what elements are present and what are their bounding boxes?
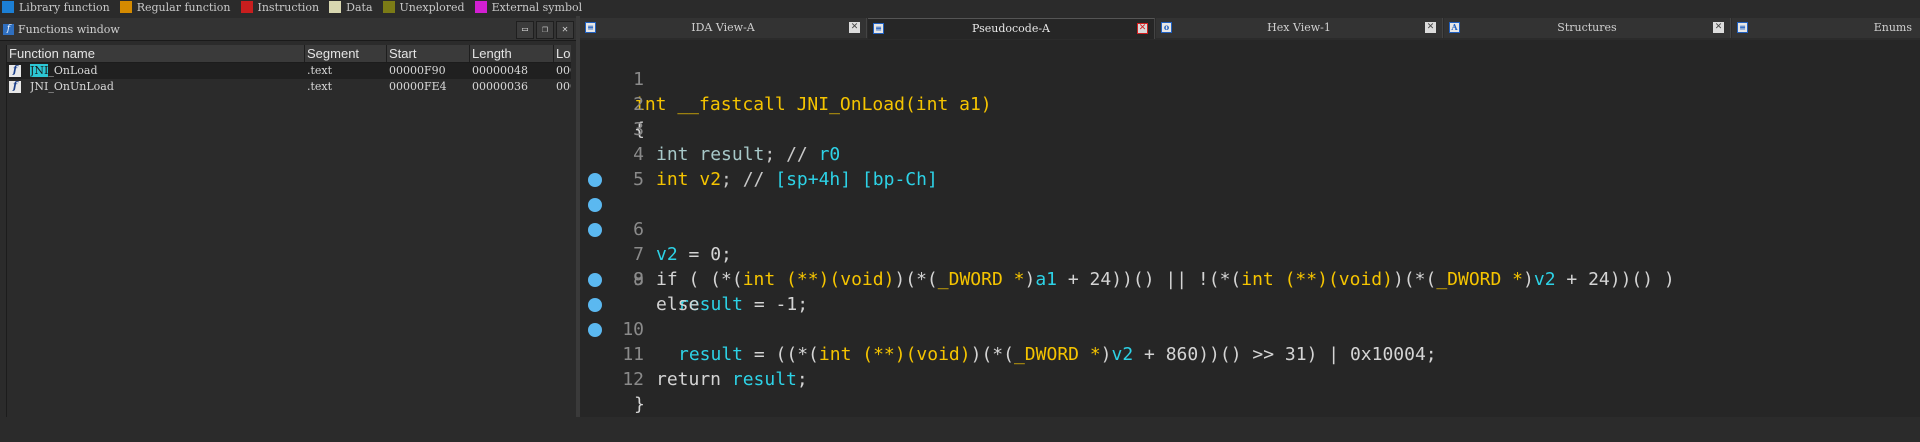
- variable-token[interactable]: v2: [1112, 344, 1134, 365]
- tab-label: Structures: [1557, 21, 1617, 34]
- table-row[interactable]: f JNI_OnLoad .text 00000F90 00000048 000: [7, 63, 571, 79]
- legend-unexplored: Unexplored: [381, 1, 465, 14]
- breakpoint-dot-icon[interactable]: [588, 323, 602, 337]
- legend-swatch-data: [329, 1, 342, 13]
- float-icon[interactable]: ❐: [536, 21, 554, 39]
- code-line[interactable]: 9 else: [580, 242, 1920, 315]
- code-text: return result;: [656, 367, 808, 392]
- code-line[interactable]: 6 v2 = 0;: [580, 167, 1920, 265]
- legend-label: Regular function: [136, 0, 231, 14]
- function-name-cell: JNI_OnLoad: [30, 63, 300, 79]
- column-locals[interactable]: Lo: [554, 45, 571, 62]
- enums-icon: ≡: [1737, 22, 1748, 33]
- close-icon[interactable]: ✕: [1713, 22, 1724, 33]
- tab-label: Enums: [1873, 21, 1912, 34]
- code-line[interactable]: 8 result = -1;: [580, 217, 1920, 315]
- functions-window: f Functions window ▭ ❐ ✕ Function name S…: [0, 16, 576, 417]
- function-icon: f: [9, 81, 21, 93]
- type-token: _DWORD *: [1013, 344, 1101, 365]
- function-icon: f: [9, 65, 21, 77]
- tab-pseudocode-a[interactable]: ≡ Pseudocode-A ✕: [868, 18, 1155, 39]
- legend-external-symbol: External symbol: [473, 0, 583, 14]
- legend-swatch-external: [474, 1, 487, 13]
- functions-window-title: Functions window: [18, 23, 120, 36]
- pseudocode-view[interactable]: 1 int __fastcall JNI_OnLoad(int a1) 2 { …: [580, 40, 1920, 417]
- breakpoint-dot-icon[interactable]: [588, 173, 602, 187]
- code-line[interactable]: 3 int result; // r0: [580, 92, 1920, 165]
- column-length[interactable]: Length: [470, 45, 554, 62]
- code-text: }: [634, 394, 645, 415]
- close-icon[interactable]: ✕: [849, 22, 860, 33]
- segment-cell: .text: [307, 64, 333, 77]
- code-line[interactable]: 2 {: [580, 67, 1920, 140]
- restore-icon[interactable]: ▭: [516, 21, 534, 39]
- function-name-cell: JNI_OnUnLoad: [30, 80, 114, 93]
- legend-swatch-instruction: [240, 1, 253, 13]
- close-icon[interactable]: ✕: [1137, 23, 1148, 34]
- code-token: ): [1100, 344, 1112, 365]
- close-icon[interactable]: ✕: [556, 21, 574, 39]
- code-line[interactable]: 12 }: [580, 317, 1920, 415]
- column-function-name[interactable]: Function name: [7, 45, 305, 62]
- variable-token[interactable]: result: [678, 344, 743, 365]
- segment-cell: .text: [307, 80, 333, 93]
- code-line[interactable]: 10 result = ((*(int (**)(void))(*(_DWORD…: [580, 267, 1920, 365]
- code-token: = ((*(: [743, 344, 819, 365]
- locals-cell: 000: [556, 64, 571, 77]
- variable-token[interactable]: result: [732, 369, 797, 390]
- function-name-rest: _OnLoad: [48, 64, 98, 77]
- tab-label: IDA View-A: [691, 21, 755, 34]
- code-line[interactable]: 4 int v2; // [sp+4h] [bp-Ch]: [580, 117, 1920, 190]
- functions-window-icon: f: [3, 24, 14, 35]
- type-token: int (**)(void): [818, 344, 971, 365]
- tab-structures[interactable]: A Structures ✕: [1444, 18, 1731, 38]
- tab-ida-view-a[interactable]: ≡ IDA View-A ✕: [580, 18, 867, 38]
- column-segment[interactable]: Segment: [305, 45, 387, 62]
- breakpoint-dot-icon[interactable]: [588, 298, 602, 312]
- functions-table-header: Function name Segment Start Length Lo: [7, 45, 571, 63]
- tab-label: Pseudocode-A: [971, 22, 1050, 35]
- code-token: return: [656, 369, 732, 390]
- breakpoint-dot-icon[interactable]: [588, 198, 602, 212]
- code-line[interactable]: 11 return result;: [580, 292, 1920, 390]
- legend-label: Data: [346, 0, 373, 14]
- legend-swatch-regular: [119, 1, 132, 13]
- code-token: ;: [796, 369, 808, 390]
- legend-regular-function: Regular function: [118, 1, 231, 14]
- legend-data: Data: [327, 0, 373, 14]
- length-cell: 00000036: [472, 80, 528, 93]
- functions-table: Function name Segment Start Length Lo f …: [6, 45, 571, 417]
- locals-cell: 000: [556, 80, 571, 93]
- line-number: 12: [622, 369, 644, 390]
- legend-label: Library function: [19, 0, 110, 14]
- legend-library-function: Library function: [0, 1, 110, 14]
- start-cell: 00000FE4: [389, 80, 447, 93]
- length-cell: 00000048: [472, 64, 528, 77]
- legend-swatch-unexplored: [382, 1, 395, 13]
- search-highlight: JNI: [30, 64, 49, 77]
- legend-swatch-library: [2, 1, 14, 13]
- close-icon[interactable]: ✕: [1425, 22, 1436, 33]
- code-line[interactable]: 1 int __fastcall JNI_OnLoad(int a1): [580, 42, 1920, 115]
- legend-instruction: Instruction: [239, 0, 320, 14]
- legend-label: External symbol: [491, 0, 583, 14]
- column-start[interactable]: Start: [387, 45, 470, 62]
- code-line[interactable]: 5: [580, 142, 1920, 190]
- view-tabs: ≡ IDA View-A ✕ ≡ Pseudocode-A ✕ o Hex Vi…: [580, 18, 1920, 39]
- start-cell: 00000F90: [389, 64, 446, 77]
- code-token: + 860))() >> 31) | 0x10004;: [1133, 344, 1437, 365]
- code-text: result = ((*(int (**)(void))(*(_DWORD *)…: [678, 342, 1437, 367]
- code-token: )(*(: [970, 344, 1014, 365]
- table-row[interactable]: f JNI_OnUnLoad .text 00000FE4 00000036 0…: [7, 79, 571, 95]
- code-line[interactable]: 7 if ( (*(int (**)(void))(*(_DWORD *)a1 …: [580, 192, 1920, 290]
- breakpoint-dot-icon[interactable]: [588, 273, 602, 287]
- legend-label: Unexplored: [399, 0, 465, 14]
- tab-enums[interactable]: ≡ Enums: [1732, 18, 1920, 38]
- tab-hex-view-1[interactable]: o Hex View-1 ✕: [1156, 18, 1443, 38]
- legend-label: Instruction: [257, 0, 320, 14]
- breakpoint-dot-icon[interactable]: [588, 223, 602, 237]
- tab-label: Hex View-1: [1267, 21, 1331, 34]
- legend-bar: Library function Regular function Instru…: [0, 0, 1920, 14]
- functions-window-titlebar[interactable]: f Functions window ▭ ❐ ✕: [0, 18, 576, 41]
